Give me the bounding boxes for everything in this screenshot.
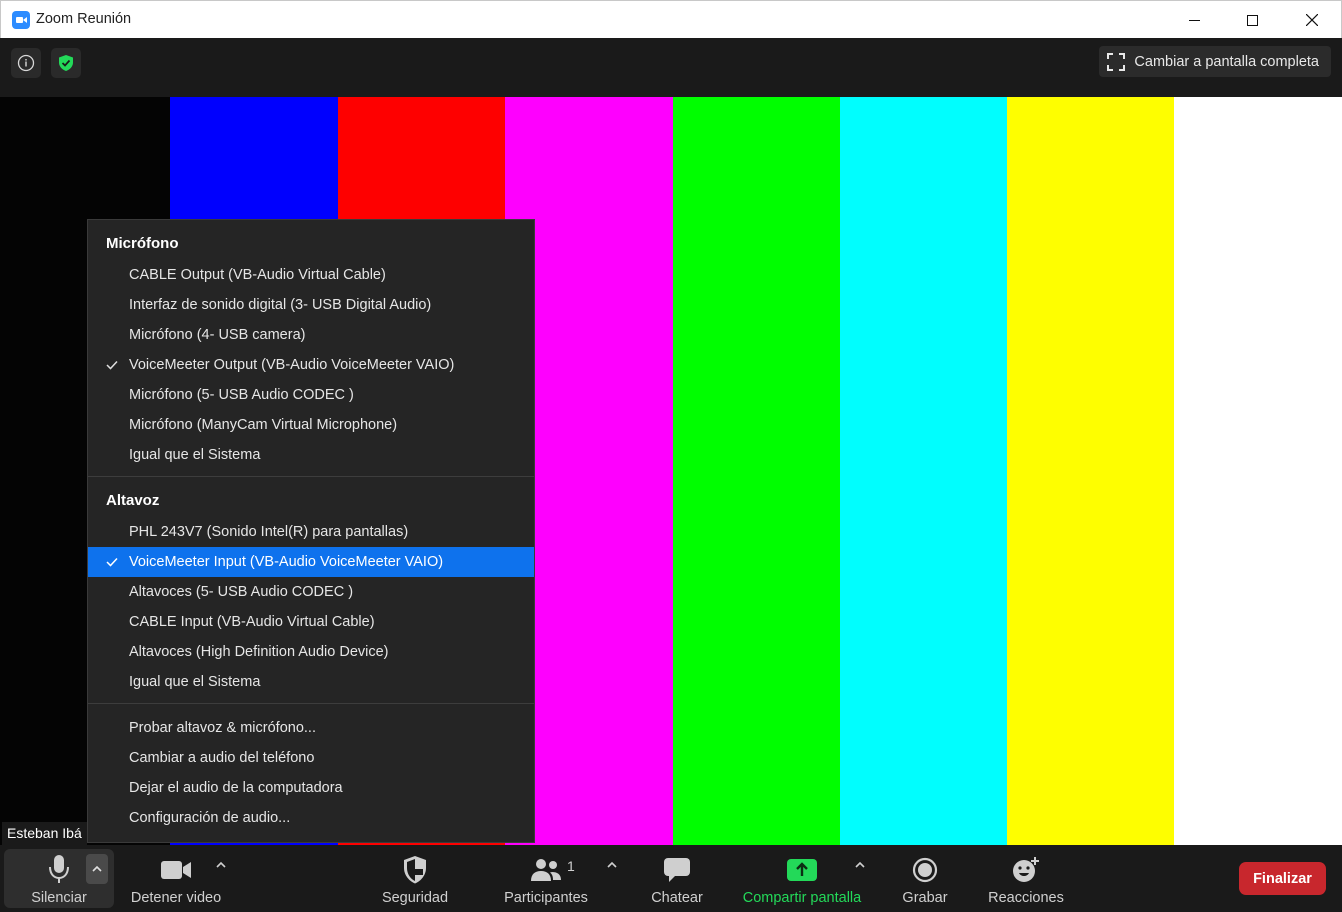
maximize-icon bbox=[1246, 14, 1258, 26]
microphone-option[interactable]: Igual que el Sistema bbox=[88, 440, 534, 470]
participants-count: 1 bbox=[567, 858, 575, 874]
record-button[interactable]: Grabar bbox=[892, 845, 958, 912]
participant-name-tag: Esteban Ibá bbox=[2, 822, 87, 845]
menu-item-label: Altavoces (High Definition Audio Device) bbox=[129, 644, 389, 660]
audio-actions-section: Probar altavoz & micrófono... Cambiar a a… bbox=[88, 704, 534, 833]
encryption-button[interactable] bbox=[51, 48, 81, 78]
checkmark-icon bbox=[106, 350, 120, 380]
menu-item-label: Micrófono (ManyCam Virtual Microphone) bbox=[129, 417, 398, 433]
menu-item-label: Cambiar a audio del teléfono bbox=[129, 750, 315, 766]
audio-action-item[interactable]: Probar altavoz & micrófono... bbox=[88, 713, 534, 743]
participants-button[interactable]: 1 Participantes bbox=[494, 845, 598, 912]
color-bar bbox=[1007, 97, 1174, 845]
security-shield-icon bbox=[402, 850, 428, 890]
speaker-option[interactable]: Altavoces (High Definition Audio Device) bbox=[88, 637, 534, 667]
audio-action-item[interactable]: Dejar el audio de la computadora bbox=[88, 773, 534, 803]
menu-item-label: Probar altavoz & micrófono... bbox=[129, 720, 316, 736]
microphone-option[interactable]: VoiceMeeter Output (VB-Audio VoiceMeeter… bbox=[88, 350, 534, 380]
zoom-logo-icon bbox=[12, 11, 30, 29]
chat-button[interactable]: Chatear bbox=[638, 845, 716, 912]
minimize-icon bbox=[1188, 19, 1200, 21]
menu-item-label: CABLE Output (VB-Audio Virtual Cable) bbox=[129, 267, 386, 283]
mute-label: Silenciar bbox=[31, 890, 87, 906]
security-label: Seguridad bbox=[381, 890, 449, 906]
menu-item-label: CABLE Input (VB-Audio Virtual Cable) bbox=[129, 614, 375, 630]
microphone-option[interactable]: Micrófono (ManyCam Virtual Microphone) bbox=[88, 410, 534, 440]
menu-item-label: Micrófono (4- USB camera) bbox=[129, 327, 306, 343]
speaker-option[interactable]: PHL 243V7 (Sonido Intel(R) para pantalla… bbox=[88, 517, 534, 547]
share-screen-icon bbox=[787, 850, 817, 890]
chevron-up-icon bbox=[855, 861, 865, 868]
meeting-info-button[interactable] bbox=[11, 48, 41, 78]
participants-label: Participantes bbox=[504, 890, 588, 906]
speaker-section: Altavoz PHL 243V7 (Sonido Intel(R) para … bbox=[88, 477, 534, 697]
video-camera-icon bbox=[160, 850, 192, 890]
title-bar: Zoom Reunión bbox=[0, 0, 1342, 38]
menu-item-label: Micrófono (5- USB Audio CODEC ) bbox=[129, 387, 354, 403]
reactions-label: Reacciones bbox=[988, 890, 1064, 906]
menu-item-label: Igual que el Sistema bbox=[129, 447, 261, 463]
end-meeting-button[interactable]: Finalizar bbox=[1239, 862, 1326, 895]
fullscreen-label: Cambiar a pantalla completa bbox=[1134, 53, 1319, 70]
menu-item-label: Altavoces (5- USB Audio CODEC ) bbox=[129, 584, 354, 600]
speaker-header: Altavoz bbox=[106, 492, 160, 509]
record-label: Grabar bbox=[902, 890, 948, 906]
chevron-up-icon bbox=[92, 865, 102, 872]
participants-icon: 1 bbox=[529, 850, 575, 890]
menu-item-label: Dejar el audio de la computadora bbox=[129, 780, 343, 796]
shield-check-icon bbox=[59, 55, 73, 71]
audio-action-item[interactable]: Cambiar a audio del teléfono bbox=[88, 743, 534, 773]
menu-item-label: VoiceMeeter Output (VB-Audio VoiceMeeter… bbox=[129, 357, 455, 373]
chevron-up-icon bbox=[607, 861, 617, 868]
fullscreen-icon bbox=[1107, 52, 1126, 71]
audio-options-toggle[interactable] bbox=[86, 854, 108, 884]
chevron-up-icon bbox=[216, 861, 226, 868]
chat-bubble-icon bbox=[663, 850, 691, 890]
close-icon bbox=[1306, 14, 1318, 26]
emoji-reaction-icon bbox=[1011, 850, 1041, 890]
window-title: Zoom Reunión bbox=[36, 11, 132, 27]
stop-video-label: Detener video bbox=[130, 890, 222, 906]
maximize-button[interactable] bbox=[1223, 1, 1281, 39]
checkmark-icon bbox=[106, 547, 120, 577]
speaker-option[interactable]: CABLE Input (VB-Audio Virtual Cable) bbox=[88, 607, 534, 637]
meeting-toolbar: Silenciar Detener video Seguridad 1 Part… bbox=[0, 845, 1342, 912]
menu-item-label: Configuración de audio... bbox=[129, 810, 291, 826]
chat-label: Chatear bbox=[651, 890, 703, 906]
audio-action-item[interactable]: Configuración de audio... bbox=[88, 803, 534, 833]
microphone-icon bbox=[47, 850, 71, 890]
close-button[interactable] bbox=[1283, 1, 1341, 39]
participants-options-toggle[interactable] bbox=[602, 855, 622, 875]
microphone-option[interactable]: CABLE Output (VB-Audio Virtual Cable) bbox=[88, 260, 534, 290]
video-options-toggle[interactable] bbox=[211, 855, 231, 875]
menu-item-label: Igual que el Sistema bbox=[129, 674, 261, 690]
speaker-option[interactable]: Altavoces (5- USB Audio CODEC ) bbox=[88, 577, 534, 607]
security-button[interactable]: Seguridad bbox=[368, 845, 462, 912]
microphone-option[interactable]: Interfaz de sonido digital (3- USB Digit… bbox=[88, 290, 534, 320]
color-bar bbox=[1174, 97, 1342, 845]
share-screen-label: Compartir pantalla bbox=[742, 890, 862, 906]
audio-options-menu: Micrófono CABLE Output (VB-Audio Virtual… bbox=[87, 219, 535, 843]
reactions-button[interactable]: Reacciones bbox=[980, 845, 1072, 912]
microphone-option[interactable]: Micrófono (5- USB Audio CODEC ) bbox=[88, 380, 534, 410]
microphone-header: Micrófono bbox=[106, 235, 179, 252]
speaker-option[interactable]: VoiceMeeter Input (VB-Audio VoiceMeeter … bbox=[88, 547, 534, 577]
info-icon bbox=[17, 54, 35, 72]
menu-item-label: PHL 243V7 (Sonido Intel(R) para pantalla… bbox=[129, 524, 409, 540]
minimize-button[interactable] bbox=[1165, 1, 1223, 39]
menu-item-label: Interfaz de sonido digital (3- USB Digit… bbox=[129, 297, 432, 313]
microphone-option[interactable]: Micrófono (4- USB camera) bbox=[88, 320, 534, 350]
color-bar bbox=[673, 97, 840, 845]
meeting-top-bar: Cambiar a pantalla completa bbox=[0, 38, 1342, 97]
share-options-toggle[interactable] bbox=[850, 855, 870, 875]
fullscreen-button[interactable]: Cambiar a pantalla completa bbox=[1099, 46, 1331, 77]
color-bar bbox=[840, 97, 1007, 845]
record-icon bbox=[912, 850, 938, 890]
speaker-option[interactable]: Igual que el Sistema bbox=[88, 667, 534, 697]
microphone-section: Micrófono CABLE Output (VB-Audio Virtual… bbox=[88, 220, 534, 470]
menu-item-label: VoiceMeeter Input (VB-Audio VoiceMeeter … bbox=[129, 554, 444, 570]
